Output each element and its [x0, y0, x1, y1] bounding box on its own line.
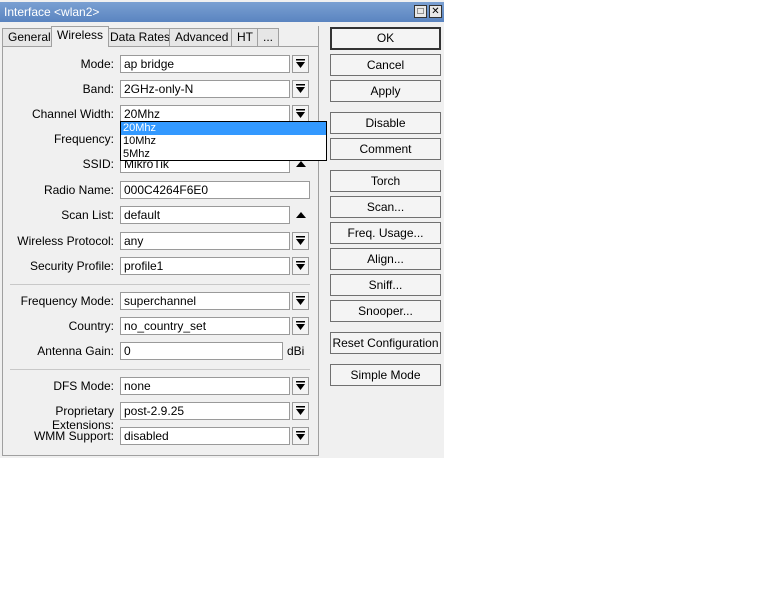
apply-button[interactable]: Apply [330, 80, 441, 102]
radio-name-input[interactable]: 000C4264F6E0 [120, 181, 310, 199]
interface-dialog: Interface <wlan2> □ ✕ General Wireless D… [0, 0, 444, 458]
antenna-gain-unit: dBi [287, 344, 305, 358]
channel-width-option-20mhz[interactable]: 20Mhz [121, 122, 326, 135]
dropdown-arrow-icon [296, 109, 305, 118]
channel-width-dropdown-list: 20Mhz 10Mhz 5Mhz [120, 121, 327, 161]
section-divider [10, 369, 310, 370]
security-profile-select[interactable]: profile1 [120, 257, 290, 275]
proprietary-extensions-label: Proprietary Extensions: [51, 404, 114, 432]
country-select[interactable]: no_country_set [120, 317, 290, 335]
dropdown-arrow-icon [296, 236, 305, 245]
tab-general[interactable]: General [2, 28, 57, 46]
snooper-button[interactable]: Snooper... [330, 300, 441, 322]
dfs-mode-select[interactable]: none [120, 377, 290, 395]
scan-button[interactable]: Scan... [330, 196, 441, 218]
band-select[interactable]: 2GHz-only-N [120, 80, 290, 98]
close-icon[interactable]: ✕ [429, 5, 442, 18]
frequency-mode-dropdown-button[interactable] [292, 292, 309, 310]
band-dropdown-button[interactable] [292, 80, 309, 98]
mode-label: Mode: [80, 57, 114, 71]
country-dropdown-button[interactable] [292, 317, 309, 335]
section-divider [10, 284, 310, 285]
up-arrow-icon[interactable] [294, 208, 308, 222]
channel-width-option-5mhz[interactable]: 5Mhz [121, 148, 326, 161]
scan-list-input[interactable]: default [120, 206, 290, 224]
proprietary-extensions-dropdown-button[interactable] [292, 402, 309, 420]
ssid-label: SSID: [82, 157, 114, 171]
reset-configuration-button[interactable]: Reset Configuration [330, 332, 441, 354]
ok-button[interactable]: OK [330, 27, 441, 50]
country-label: Country: [68, 319, 114, 333]
proprietary-extensions-select[interactable]: post-2.9.25 [120, 402, 290, 420]
tab-bar: General Wireless Data Rates Advanced HT … [0, 26, 320, 47]
dropdown-arrow-icon [296, 381, 305, 390]
radio-name-label: Radio Name: [43, 183, 114, 197]
scan-list-label: Scan List: [61, 208, 114, 222]
align-button[interactable]: Align... [330, 248, 441, 270]
frequency-mode-select[interactable]: superchannel [120, 292, 290, 310]
band-label: Band: [82, 82, 114, 96]
comment-button[interactable]: Comment [330, 138, 441, 160]
dropdown-arrow-icon [296, 431, 305, 440]
frequency-label: Frequency: [53, 132, 114, 146]
antenna-gain-input[interactable]: 0 [120, 342, 283, 360]
dropdown-arrow-icon [296, 59, 305, 68]
tab-more[interactable]: ... [257, 28, 280, 46]
simple-mode-button[interactable]: Simple Mode [330, 364, 441, 386]
channel-width-label: Channel Width: [31, 107, 114, 121]
torch-button[interactable]: Torch [330, 170, 441, 192]
dropdown-arrow-icon [296, 321, 305, 330]
tab-wireless[interactable]: Wireless [51, 26, 110, 47]
channel-width-option-10mhz[interactable]: 10Mhz [121, 135, 326, 148]
tab-data-rates[interactable]: Data Rates [104, 28, 177, 46]
wireless-protocol-dropdown-button[interactable] [292, 232, 309, 250]
wireless-protocol-label: Wireless Protocol: [17, 234, 114, 248]
antenna-gain-label: Antenna Gain: [37, 344, 114, 358]
security-profile-label: Security Profile: [29, 259, 114, 273]
security-profile-dropdown-button[interactable] [292, 257, 309, 275]
title-bar: Interface <wlan2> □ ✕ [0, 2, 444, 22]
dfs-mode-dropdown-button[interactable] [292, 377, 309, 395]
sniff-button[interactable]: Sniff... [330, 274, 441, 296]
dfs-mode-label: DFS Mode: [53, 379, 114, 393]
wireless-protocol-select[interactable]: any [120, 232, 290, 250]
freq-usage-button[interactable]: Freq. Usage... [330, 222, 441, 244]
wmm-support-dropdown-button[interactable] [292, 427, 309, 445]
dropdown-arrow-icon [296, 406, 305, 415]
cancel-button[interactable]: Cancel [330, 54, 441, 76]
wmm-support-label: WMM Support: [33, 429, 114, 443]
disable-button[interactable]: Disable [330, 112, 441, 134]
maximize-icon[interactable]: □ [414, 5, 427, 18]
dropdown-arrow-icon [296, 261, 305, 270]
dropdown-arrow-icon [296, 296, 305, 305]
mode-dropdown-button[interactable] [292, 55, 309, 73]
mode-select[interactable]: ap bridge [120, 55, 290, 73]
tab-advanced[interactable]: Advanced [169, 28, 235, 46]
wmm-support-select[interactable]: disabled [120, 427, 290, 445]
panel-divider [318, 26, 319, 456]
window-title: Interface <wlan2> [4, 5, 100, 19]
tab-ht[interactable]: HT [231, 28, 259, 46]
frequency-mode-label: Frequency Mode: [20, 294, 114, 308]
dropdown-arrow-icon [296, 84, 305, 93]
